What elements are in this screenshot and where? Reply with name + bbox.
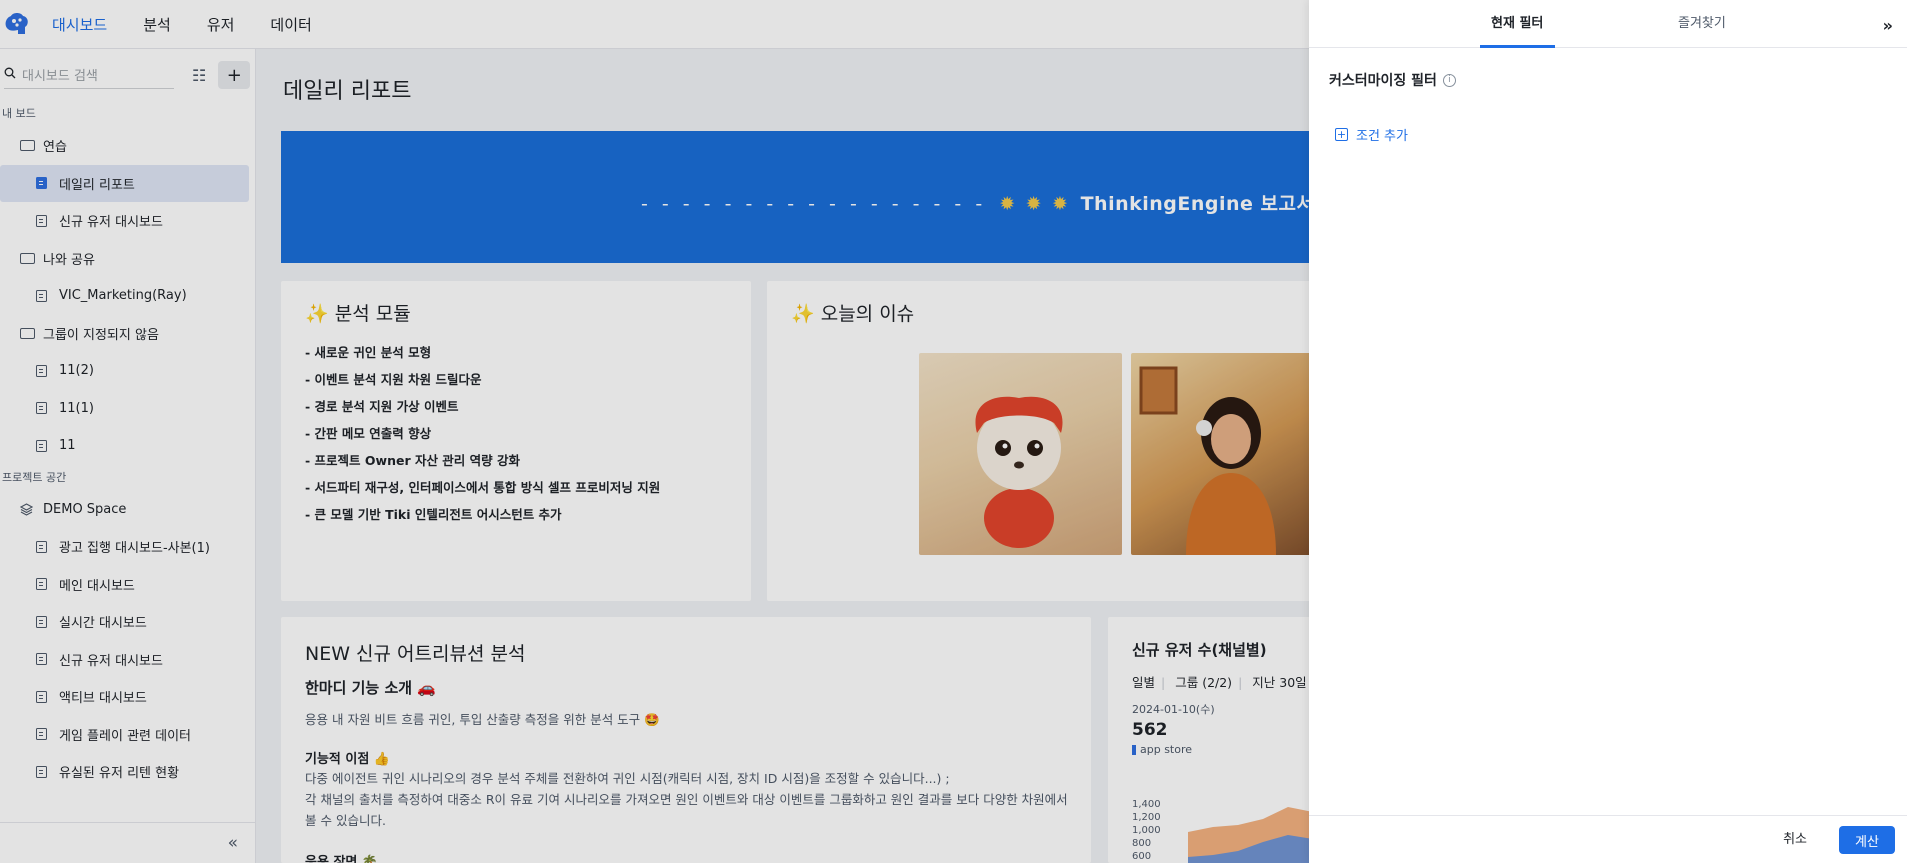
info-icon[interactable]: i (1442, 73, 1456, 87)
custom-filter-title: 커스터마이징 필터 i (1329, 70, 1456, 90)
collapse-drawer-icon[interactable]: » (1883, 16, 1893, 35)
active-tab-indicator (1480, 45, 1555, 48)
cancel-button[interactable]: 취소 (1783, 828, 1807, 847)
plus-icon: + (1335, 128, 1348, 141)
filter-drawer: 현재 필터 즐겨찾기 » 커스터마이징 필터 i + 조건 추가 취소 계산 (1309, 0, 1907, 863)
add-condition-button[interactable]: + 조건 추가 (1335, 125, 1408, 144)
tab-current-filter[interactable]: 현재 필터 (1491, 12, 1543, 31)
drawer-tabs: 현재 필터 즐겨찾기 » (1309, 0, 1907, 48)
drawer-footer: 취소 계산 (1309, 815, 1907, 863)
add-condition-label: 조건 추가 (1356, 129, 1408, 144)
custom-filter-label: 커스터마이징 필터 (1329, 73, 1437, 89)
modal-overlay[interactable] (0, 0, 1309, 863)
tab-favorites[interactable]: 즐겨찾기 (1678, 12, 1726, 31)
calculate-button[interactable]: 계산 (1839, 826, 1895, 854)
